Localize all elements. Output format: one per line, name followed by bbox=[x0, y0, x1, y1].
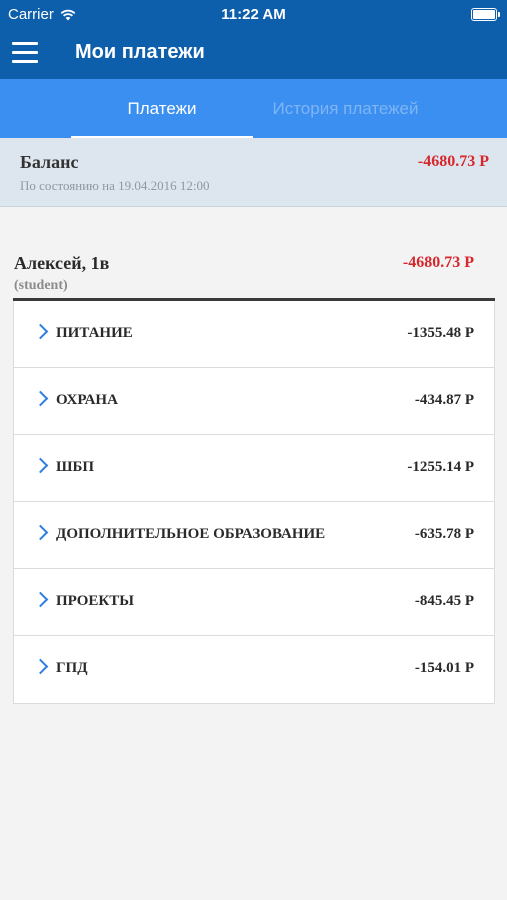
item-label: ПРОЕКТЫ bbox=[56, 593, 135, 609]
account-name: Алексей, 1в bbox=[14, 253, 110, 273]
tab-payment-history[interactable]: История платежей bbox=[253, 79, 438, 138]
account-role: (student) bbox=[14, 278, 68, 293]
item-label: ГПД bbox=[56, 660, 88, 676]
menu-icon[interactable] bbox=[12, 42, 40, 66]
item-amount: -1355.48 Р bbox=[407, 325, 474, 341]
balance-date: По состоянию на 19.04.2016 12:00 bbox=[20, 178, 210, 193]
chevron-right-icon bbox=[32, 524, 49, 541]
item-amount: -635.78 Р bbox=[414, 526, 474, 542]
item-label: ОХРАНА bbox=[56, 392, 118, 408]
item-label: ШБП bbox=[56, 459, 95, 475]
item-amount: -1255.14 Р bbox=[407, 459, 474, 475]
list-item[interactable]: ПИТАНИЕ -1355.48 Р bbox=[14, 301, 494, 368]
list-item[interactable]: ДОПОЛНИТЕЛЬНОЕ ОБРАЗОВАНИЕ -635.78 Р bbox=[14, 502, 494, 569]
chevron-right-icon bbox=[32, 323, 49, 340]
item-label: ДОПОЛНИТЕЛЬНОЕ ОБРАЗОВАНИЕ bbox=[56, 526, 326, 542]
status-bar: Carrier 11:22 AM bbox=[0, 0, 507, 30]
balance-label: Баланс bbox=[20, 152, 79, 172]
chevron-right-icon bbox=[32, 390, 49, 407]
list-item[interactable]: ГПД -154.01 Р bbox=[14, 636, 494, 703]
item-label: ПИТАНИЕ bbox=[56, 325, 133, 341]
chevron-right-icon bbox=[32, 591, 49, 608]
nav-bar: Мои платежи bbox=[0, 30, 507, 79]
clock: 11:22 AM bbox=[221, 6, 286, 23]
page-title: Мои платежи bbox=[75, 41, 205, 63]
item-amount: -845.45 Р bbox=[414, 593, 474, 609]
payment-list: ПИТАНИЕ -1355.48 Р ОХРАНА -434.87 Р ШБП … bbox=[13, 301, 495, 704]
item-amount: -154.01 Р bbox=[414, 660, 474, 676]
list-item[interactable]: ОХРАНА -434.87 Р bbox=[14, 368, 494, 435]
tab-bar: Платежи История платежей bbox=[0, 79, 507, 138]
chevron-right-icon bbox=[32, 457, 49, 474]
account-amount: -4680.73 Р bbox=[402, 254, 474, 271]
account-header: Алексей, 1в (student) -4680.73 Р bbox=[0, 245, 507, 300]
battery-icon bbox=[471, 8, 500, 21]
item-amount: -434.87 Р bbox=[414, 392, 474, 408]
chevron-right-icon bbox=[32, 658, 49, 675]
balance-amount: -4680.73 Р bbox=[417, 153, 489, 170]
list-item[interactable]: ПРОЕКТЫ -845.45 Р bbox=[14, 569, 494, 636]
balance-panel: Баланс По состоянию на 19.04.2016 12:00 … bbox=[0, 138, 507, 207]
tab-payments[interactable]: Платежи bbox=[71, 79, 253, 138]
list-item[interactable]: ШБП -1255.14 Р bbox=[14, 435, 494, 502]
